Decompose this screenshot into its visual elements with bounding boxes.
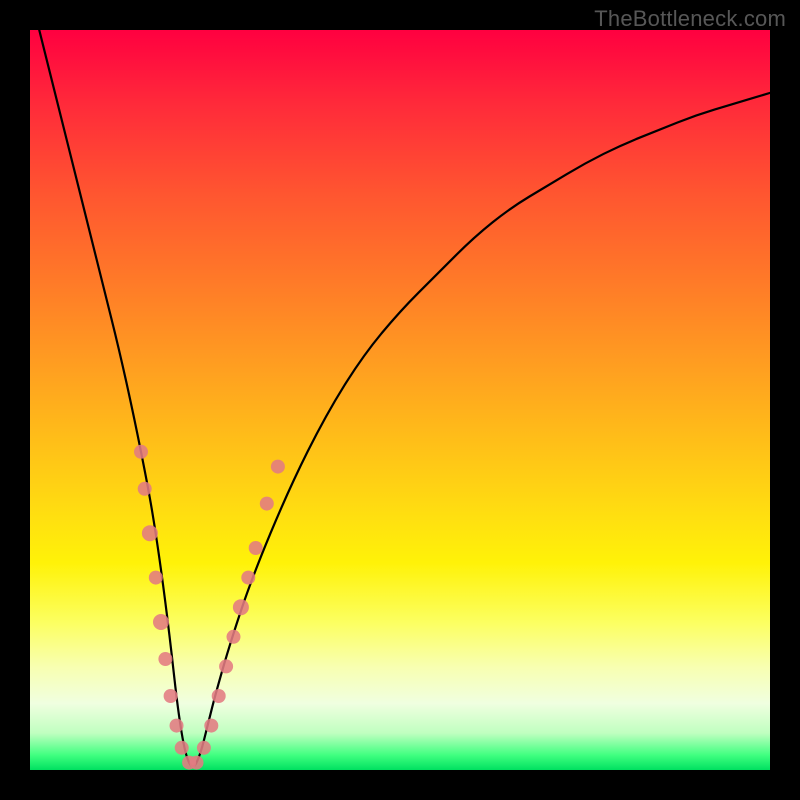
- bottleneck-curve: [30, 30, 770, 766]
- plot-area: [30, 30, 770, 770]
- chart-svg: [30, 30, 770, 770]
- marker-point: [149, 571, 163, 585]
- marker-point: [212, 689, 226, 703]
- highlight-markers: [134, 445, 285, 770]
- marker-point: [170, 719, 184, 733]
- marker-point: [227, 630, 241, 644]
- marker-point: [190, 756, 204, 770]
- marker-point: [197, 741, 211, 755]
- chart-container: TheBottleneck.com: [0, 0, 800, 800]
- marker-point: [134, 445, 148, 459]
- marker-point: [219, 659, 233, 673]
- marker-point: [175, 741, 189, 755]
- marker-point: [204, 719, 218, 733]
- watermark-text: TheBottleneck.com: [594, 6, 786, 32]
- marker-point: [142, 525, 158, 541]
- marker-point: [158, 652, 172, 666]
- marker-point: [271, 460, 285, 474]
- marker-point: [138, 482, 152, 496]
- marker-point: [153, 614, 169, 630]
- marker-point: [249, 541, 263, 555]
- marker-point: [241, 571, 255, 585]
- marker-point: [233, 599, 249, 615]
- marker-point: [164, 689, 178, 703]
- marker-point: [260, 497, 274, 511]
